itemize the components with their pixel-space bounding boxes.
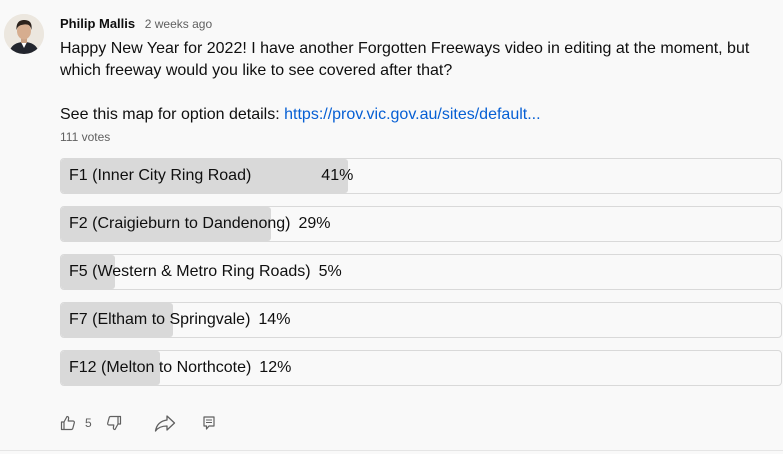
comment-text: Happy New Year for 2022! I have another … bbox=[60, 40, 750, 79]
poll-option[interactable]: F1 (Inner City Ring Road) 41% bbox=[60, 158, 782, 194]
avatar[interactable] bbox=[4, 14, 44, 54]
link-prefix-text: See this map for option details: bbox=[60, 106, 285, 123]
poll-option-percent: 41% bbox=[321, 167, 354, 184]
poll-option[interactable]: F2 (Craigieburn to Dandenong) 29% bbox=[60, 206, 782, 242]
person-avatar-icon bbox=[4, 14, 44, 54]
share-icon bbox=[154, 415, 175, 432]
reply-icon bbox=[203, 416, 215, 430]
comment-timestamp[interactable]: 2 weeks ago bbox=[145, 17, 212, 31]
poll-option-content: F12 (Melton to Northcote) 12% bbox=[61, 351, 781, 385]
comment-link-line: See this map for option details: https:/… bbox=[60, 104, 760, 126]
like-count: 5 bbox=[85, 416, 92, 430]
reply-button[interactable] bbox=[202, 415, 216, 431]
comment-header: Philip Mallis 2 weeks ago bbox=[60, 16, 212, 32]
comment-body: Happy New Year for 2022! I have another … bbox=[60, 38, 760, 126]
like-button[interactable] bbox=[60, 415, 76, 431]
comment-actions: 5 bbox=[60, 412, 216, 434]
poll-option[interactable]: F5 (Western & Metro Ring Roads) 5% bbox=[60, 254, 782, 290]
poll-option-label: F12 (Melton to Northcote) bbox=[69, 359, 252, 376]
map-link[interactable]: https://prov.vic.gov.au/sites/default... bbox=[284, 106, 540, 123]
poll-option-percent: 5% bbox=[318, 263, 342, 280]
share-button[interactable] bbox=[154, 414, 176, 432]
poll-option-label: F5 (Western & Metro Ring Roads) bbox=[69, 263, 311, 280]
poll-option-label: F7 (Eltham to Springvale) bbox=[69, 311, 251, 328]
poll-option-label: F2 (Craigieburn to Dandenong) bbox=[69, 215, 291, 232]
poll-option-percent: 12% bbox=[259, 359, 292, 376]
poll-option-content: F7 (Eltham to Springvale) 14% bbox=[61, 303, 781, 337]
thumb-down-icon bbox=[106, 415, 121, 431]
poll-option-content: F5 (Western & Metro Ring Roads) 5% bbox=[61, 255, 781, 289]
poll-option[interactable]: F7 (Eltham to Springvale) 14% bbox=[60, 302, 782, 338]
poll-option-content: F1 (Inner City Ring Road) 41% bbox=[61, 159, 781, 193]
thumb-up-icon bbox=[60, 415, 75, 431]
dislike-button[interactable] bbox=[106, 415, 122, 431]
poll-option-percent: 29% bbox=[298, 215, 331, 232]
poll-vote-count: 111 votes bbox=[60, 130, 111, 144]
poll-option-content: F2 (Craigieburn to Dandenong) 29% bbox=[61, 207, 781, 241]
author-name[interactable]: Philip Mallis bbox=[60, 16, 135, 31]
divider bbox=[0, 450, 783, 451]
poll-option-label: F1 (Inner City Ring Road) bbox=[69, 167, 252, 184]
poll-option-percent: 14% bbox=[258, 311, 291, 328]
poll-options: F1 (Inner City Ring Road) 41% F2 (Craigieb… bbox=[60, 158, 782, 398]
poll-option[interactable]: F12 (Melton to Northcote) 12% bbox=[60, 350, 782, 386]
